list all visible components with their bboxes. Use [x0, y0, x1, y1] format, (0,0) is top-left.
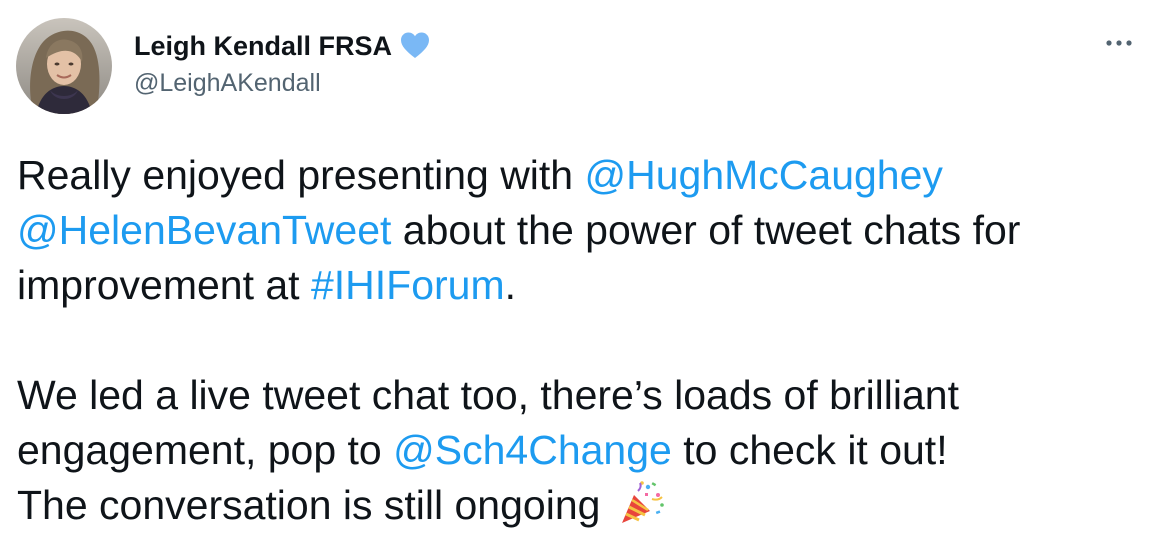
- text-segment: Really enjoyed presenting with: [17, 152, 585, 198]
- author-block: Leigh Kendall FRSA @LeighAKendall: [134, 28, 432, 100]
- tweet-paragraph-2: We led a live tweet chat too, there’s lo…: [17, 368, 1147, 533]
- text-segment: .: [504, 262, 517, 308]
- verified-badge-icon: [401, 32, 430, 58]
- mention-sch4change[interactable]: @Sch4Change: [393, 427, 672, 473]
- text-segment: to check it out!: [671, 427, 948, 473]
- avatar-photo: [16, 18, 112, 114]
- hashtag-ihiforum[interactable]: #IHIForum: [311, 262, 505, 308]
- mention-hughmccaughey[interactable]: @HughMcCaughey: [585, 152, 943, 198]
- tweet-text: Really enjoyed presenting with @HughMcCa…: [17, 148, 1147, 533]
- tweet-paragraph-1: Really enjoyed presenting with @HughMcCa…: [17, 148, 1147, 313]
- mention-helenbevantweet[interactable]: @HelenBevanTweet: [17, 207, 391, 253]
- author-name-row: Leigh Kendall FRSA: [134, 28, 432, 64]
- avatar[interactable]: [16, 18, 112, 114]
- display-name[interactable]: Leigh Kendall FRSA: [134, 28, 392, 64]
- author-handle[interactable]: @LeighAKendall: [134, 66, 432, 100]
- more-options-icon[interactable]: [1104, 36, 1134, 50]
- party-popper-icon: [621, 481, 664, 523]
- text-segment: The conversation is still ongoing: [17, 482, 612, 528]
- tweet-card: Leigh Kendall FRSA @LeighAKendall Really…: [0, 0, 1156, 550]
